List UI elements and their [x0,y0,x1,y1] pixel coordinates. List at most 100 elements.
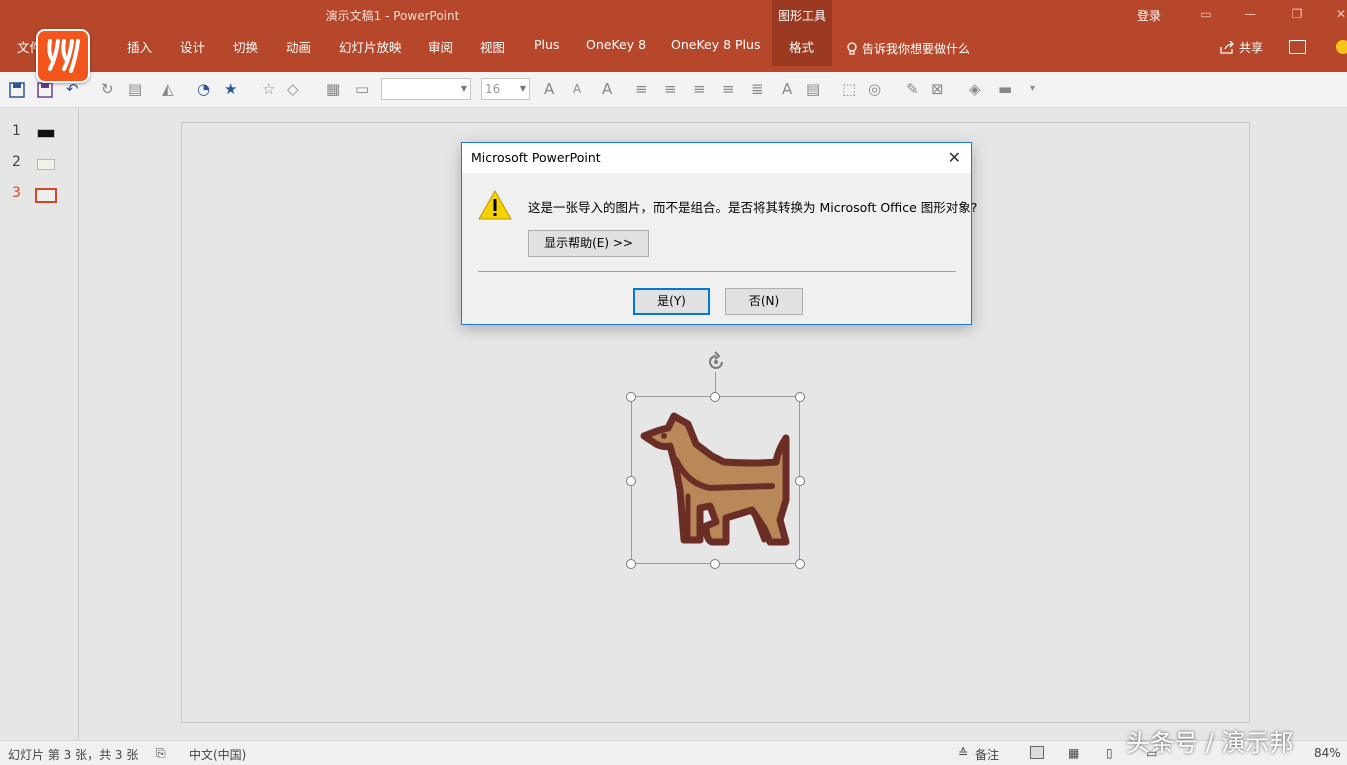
tell-me-text: 告诉我你想要做什么 [862,42,971,56]
slide-number: 2 [12,154,21,170]
restore-icon[interactable]: ❐ [1287,4,1307,24]
share-label: 共享 [1239,41,1264,55]
yanshibang-logo [36,29,90,83]
tab-plus[interactable]: Plus [534,37,559,52]
warning-icon [478,190,512,220]
feedback-smiley-icon[interactable] [1336,40,1347,54]
merge-shapes-icon[interactable]: ◎ [868,80,881,98]
dialog-message: 这是一张导入的图片，而不是组合。是否将其转换为 Microsoft Office… [528,200,978,215]
align-center-icon[interactable]: ≡ [664,80,677,98]
magic-icon[interactable]: ✎ [906,80,919,98]
align-icon[interactable]: ▦ [326,80,340,98]
select-icon[interactable]: ⬚ [842,80,856,98]
ribbon-display-icon[interactable]: ▭ [1196,4,1216,24]
redo-icon[interactable]: ↻ [101,80,114,98]
show-help-button[interactable]: 显示帮助(E) >> [528,230,649,257]
star-icon[interactable]: ★ [224,80,237,98]
save-icon[interactable] [37,82,53,98]
tab-onekey8[interactable]: OneKey 8 [586,37,646,52]
dialog-title-bar: Microsoft PowerPoint ✕ [462,143,971,173]
line-spacing-icon[interactable]: ≣ [751,80,764,98]
resize-handle-s[interactable] [710,559,720,569]
dog-picture[interactable] [640,410,792,552]
slide-thumbnail-1[interactable]: 1 [0,123,79,149]
share-icon [1220,41,1234,54]
normal-view-icon[interactable] [1030,746,1044,759]
save-as-icon[interactable] [9,82,25,98]
yes-button[interactable]: 是(Y) [633,288,710,315]
notes-icon: ≙ [958,746,969,760]
slide-preview [37,129,55,138]
chevron-down-icon: ▼ [460,84,467,93]
font-size-dropdown[interactable]: 16 ▼ [481,78,530,100]
zoom-level[interactable]: 84% [1314,746,1341,760]
comment-icon[interactable] [1289,40,1306,54]
slide-position-text: 幻灯片 第 3 张，共 3 张 [8,748,139,762]
convert-picture-dialog: Microsoft PowerPoint ✕ 这是一张导入的图片，而不是组合。是… [461,142,977,325]
font-color-icon[interactable]: A [602,80,612,98]
reading-view-icon[interactable]: ▯ [1106,746,1113,760]
resize-handle-ne[interactable] [795,392,805,402]
tab-format[interactable]: 格式 [789,37,814,56]
font-name-dropdown[interactable]: ▼ [381,78,471,100]
dialog-close-icon[interactable]: ✕ [948,148,961,167]
tab-insert[interactable]: 插入 [127,37,152,56]
slide-thumbnail-pane: 1 2 3 [0,108,79,740]
tab-onekey8-plus[interactable]: OneKey 8 Plus [671,37,760,52]
no-button[interactable]: 否(N) [725,288,803,315]
align-right-icon[interactable]: ≡ [693,80,706,98]
star-outline-icon[interactable]: ☆ [262,80,275,98]
shapes-icon[interactable]: ◇ [287,80,299,98]
font-size-value: 16 [485,82,501,96]
minimize-icon[interactable]: — [1240,4,1260,24]
lightbulb-icon [847,41,857,55]
tab-slideshow[interactable]: 幻灯片放映 [339,37,402,56]
tab-design[interactable]: 设计 [180,37,205,56]
resize-handle-w[interactable] [626,476,636,486]
tab-transitions[interactable]: 切换 [233,37,258,56]
decrease-font-icon[interactable]: A [573,82,581,96]
layout-icon[interactable]: ▤ [806,80,820,98]
close-icon[interactable]: ✕ [1331,4,1347,24]
share-button[interactable]: 共享 [1220,39,1263,56]
textbox-icon[interactable]: ▭ [355,80,369,98]
language-indicator[interactable]: 中文(中国) [189,746,246,763]
tell-me-box[interactable]: 告诉我你想要做什么 [846,40,970,57]
slide-sorter-icon[interactable]: ▦ [1068,746,1079,760]
rotate-handle-icon[interactable] [705,351,727,373]
text-direction-icon[interactable]: A [782,80,792,98]
slide-number: 1 [12,123,21,139]
sign-in-link[interactable]: 登录 [1137,7,1161,24]
resize-handle-se[interactable] [795,559,805,569]
tab-animations[interactable]: 动画 [286,37,311,56]
increase-font-icon[interactable]: A [544,80,554,98]
customize-qat-icon[interactable]: ▾ [1030,83,1035,94]
spellcheck-icon[interactable]: ⎘ [156,746,166,761]
slide-size-icon[interactable]: ▬ [998,80,1012,98]
quick-access-toolbar: ↶ ↻ ▤ ◭ ◔ ★ ☆ ◇ ▦ ▭ ▼ 16 ▼ A A A ≡ ≡ ≡ ≡… [0,72,1347,108]
slide-preview [35,188,57,203]
align-left-icon[interactable]: ≡ [635,80,648,98]
crop-icon[interactable]: ⊠ [931,80,944,98]
notes-button[interactable]: 备注 [975,746,999,763]
resize-handle-e[interactable] [795,476,805,486]
slide-thumbnail-3[interactable]: 3 [0,185,79,211]
watermark-text: 头条号 / 演示邦 [1126,729,1294,757]
slide-thumbnail-2[interactable]: 2 [0,154,79,180]
contextual-tab-group: 图形工具 [772,0,832,66]
resize-handle-nw[interactable] [626,392,636,402]
dialog-title: Microsoft PowerPoint [471,150,601,165]
title-bar: 演示文稿1 - PowerPoint 图形工具 登录 ▭ — ❐ ✕ 文件 开始… [0,0,1347,72]
reset-icon[interactable]: ◈ [969,80,981,98]
tab-review[interactable]: 审阅 [428,37,453,56]
resize-handle-n[interactable] [710,392,720,402]
resize-handle-sw[interactable] [626,559,636,569]
shape-effects-icon[interactable]: ◭ [162,80,174,98]
justify-icon[interactable]: ≡ [722,80,735,98]
format-painter-icon[interactable]: ▤ [128,80,142,98]
slide-preview [37,159,55,170]
timer-icon[interactable]: ◔ [197,80,210,98]
chevron-down-icon: ▼ [519,84,526,93]
window-title: 演示文稿1 - PowerPoint [325,9,460,23]
tab-view[interactable]: 视图 [480,37,505,56]
